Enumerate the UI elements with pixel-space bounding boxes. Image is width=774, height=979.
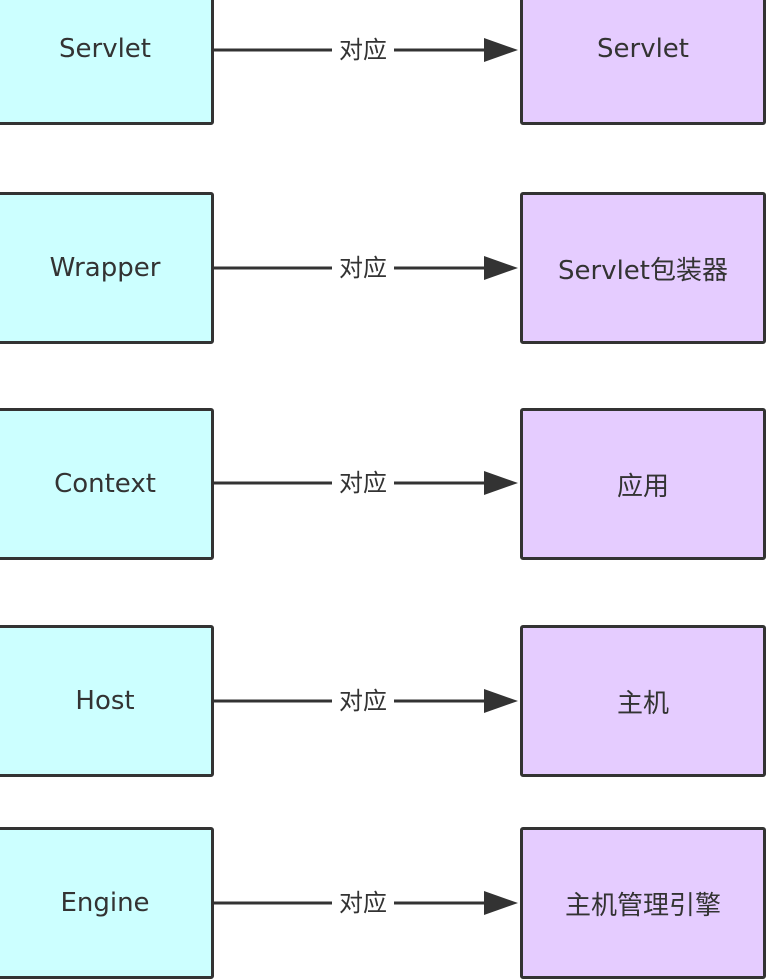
edge-host-to-host: 对应 [214,681,520,721]
mapping-diagram: Servlet 对应 Servlet Wrapper 对应 Servlet包装器… [0,0,774,979]
node-label: Servlet [59,34,151,64]
node-label: Engine [60,888,150,918]
edge-label: 对应 [332,887,394,919]
edge-context-to-application: 对应 [214,463,520,503]
node-label: Host [75,686,135,716]
target-label: 应用 [616,471,669,502]
edge-servlet-to-servlet: 对应 [214,30,520,70]
target-label: 主机管理引擎 [564,890,721,921]
target-label: Servlet [597,34,689,64]
edge-engine-to-host-manager: 对应 [214,883,520,923]
node-engine: Engine [0,827,214,979]
node-wrapper: Wrapper [0,192,214,344]
edge-label: 对应 [332,685,394,717]
node-label: Wrapper [49,253,161,283]
node-host: Host [0,625,214,777]
target-servlet: Servlet [520,0,766,125]
edge-label: 对应 [332,34,394,66]
edge-wrapper-to-servlet-wrapper: 对应 [214,248,520,288]
target-application: 应用 [520,408,766,560]
target-host: 主机 [520,625,766,777]
target-host-manager-engine: 主机管理引擎 [520,827,766,979]
edge-label: 对应 [332,467,394,499]
target-label: 主机 [616,688,669,719]
node-context: Context [0,408,214,560]
node-label: Context [54,469,156,499]
target-servlet-wrapper: Servlet包装器 [520,192,766,344]
edge-label: 对应 [332,252,394,284]
target-label: Servlet包装器 [558,255,728,286]
node-servlet: Servlet [0,0,214,125]
